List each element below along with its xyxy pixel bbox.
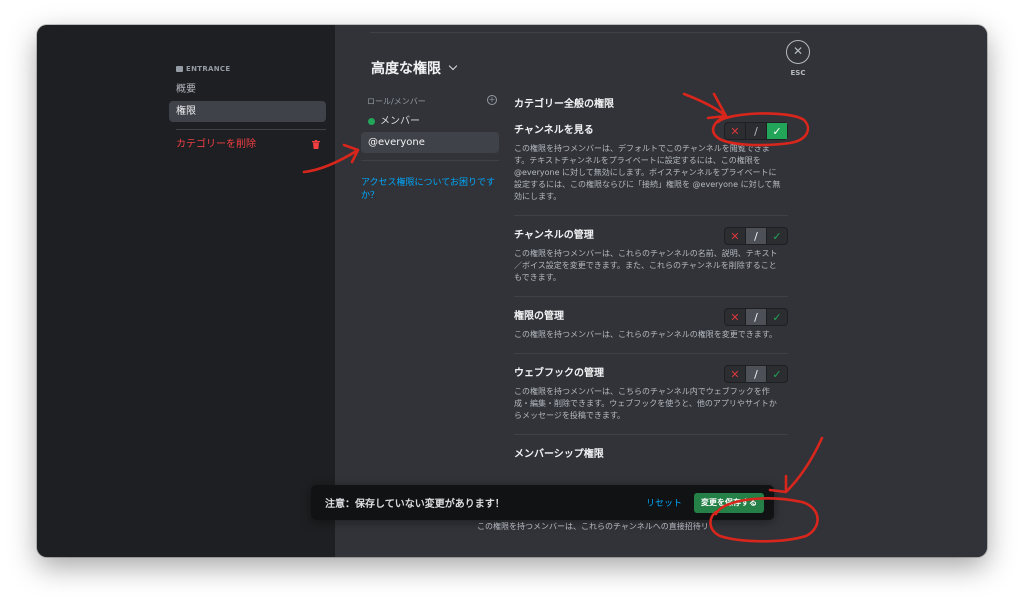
permission-divider	[514, 296, 788, 297]
page-title[interactable]: 高度な権限	[371, 58, 458, 78]
close-icon: ✕	[786, 40, 810, 64]
reset-link[interactable]: リセット	[646, 496, 682, 509]
settings-sidebar: ENTRANCE 概要 権限 カテゴリーを削除	[37, 25, 335, 557]
permission-divider	[514, 215, 788, 216]
add-role-icon[interactable]: +	[487, 95, 497, 105]
delete-category-button[interactable]: カテゴリーを削除	[169, 135, 326, 155]
next-section-title: メンバーシップ権限	[514, 449, 604, 460]
pass-toggle[interactable]: /	[745, 309, 766, 325]
deny-toggle[interactable]: ✕	[725, 123, 745, 139]
top-divider	[370, 32, 800, 33]
permission-divider	[514, 434, 788, 435]
role-color-dot	[368, 118, 375, 125]
chevron-down-icon	[448, 61, 458, 71]
deny-toggle[interactable]: ✕	[725, 228, 745, 244]
sidebar-divider	[176, 129, 326, 130]
permission-divider	[514, 353, 788, 354]
esc-label: ESC	[790, 69, 806, 77]
folder-icon	[176, 66, 183, 72]
trash-icon	[312, 140, 320, 149]
allow-toggle[interactable]: ✓	[766, 309, 787, 325]
permission-toggle: ✕ / ✓	[724, 308, 788, 326]
permission-row: ウェブフックの管理 ✕ / ✓ この権限を持つメンバーは、こちらのチャンネル内で…	[514, 365, 788, 422]
role-item-member[interactable]: メンバー	[361, 111, 499, 132]
role-item-label: メンバー	[380, 116, 420, 127]
category-name: ENTRANCE	[186, 65, 231, 73]
section-title: カテゴリー全般の権限	[514, 99, 614, 110]
permission-toggle: ✕ / ✓	[724, 227, 788, 245]
permissions-help-link[interactable]: アクセス権限についてお困りですか？	[361, 177, 499, 203]
unsaved-changes-bar: 注意：保存していない変更があります！ リセット 変更を保存する	[311, 485, 774, 520]
permission-row: 権限の管理 ✕ / ✓ この権限を持つメンバーは、これらのチャンネルの権限を変更…	[514, 308, 788, 341]
unsaved-warning: 注意：保存していない変更があります！	[325, 499, 505, 510]
sidebar-item-overview[interactable]: 概要	[169, 79, 326, 100]
permission-toggle: ✕ / ✓	[724, 122, 788, 140]
permissions-list: カテゴリー全般の権限 チャンネルを見る ✕ / ✓ この権限を持つメンバーは、デ…	[514, 95, 788, 462]
save-changes-button[interactable]: 変更を保存する	[694, 492, 764, 513]
sidebar-item-permissions[interactable]: 権限	[169, 101, 326, 122]
allow-toggle[interactable]: ✓	[766, 123, 787, 139]
roles-divider	[361, 160, 499, 161]
allow-toggle[interactable]: ✓	[766, 366, 787, 382]
permission-description: この権限を持つメンバーは、デフォルトでこのチャンネルを閲覧できます。テキストチャ…	[514, 144, 781, 201]
close-settings-button[interactable]: ✕ ESC	[786, 40, 810, 77]
role-item-everyone[interactable]: @everyone	[361, 132, 499, 153]
permission-description: この権限を持つメンバーは、これらのチャンネルの名前、説明、テキスト／ボイス設定を…	[514, 249, 778, 282]
permission-description-partial: この権限を持つメンバーは、これらのチャンネルへの直接招待リ	[477, 522, 709, 531]
roles-header: ロール/メンバー +	[367, 95, 497, 107]
page-title-text: 高度な権限	[371, 61, 441, 77]
roles-header-label: ロール/メンバー	[367, 97, 426, 106]
permission-row: チャンネルの管理 ✕ / ✓ この権限を持つメンバーは、これらのチャンネルの名前…	[514, 227, 788, 284]
permission-description: この権限を持つメンバーは、こちらのチャンネル内でウェブフックを作成・編集・削除で…	[514, 387, 777, 420]
settings-window: ENTRANCE 概要 権限 カテゴリーを削除 高度な権限 ロール/メンバー +…	[37, 25, 987, 557]
pass-toggle[interactable]: /	[745, 123, 766, 139]
deny-toggle[interactable]: ✕	[725, 309, 745, 325]
permission-description: この権限を持つメンバーは、これらのチャンネルの権限を変更できます。	[514, 330, 777, 339]
pass-toggle[interactable]: /	[745, 228, 766, 244]
main-panel: 高度な権限 ロール/メンバー + メンバー @everyone アクセス権限につ…	[335, 25, 987, 557]
pass-toggle[interactable]: /	[745, 366, 766, 382]
permission-toggle: ✕ / ✓	[724, 365, 788, 383]
permission-row: チャンネルを見る ✕ / ✓ この権限を持つメンバーは、デフォルトでこのチャンネ…	[514, 122, 788, 203]
delete-category-label: カテゴリーを削除	[176, 139, 256, 150]
category-header: ENTRANCE	[176, 65, 230, 73]
deny-toggle[interactable]: ✕	[725, 366, 745, 382]
allow-toggle[interactable]: ✓	[766, 228, 787, 244]
